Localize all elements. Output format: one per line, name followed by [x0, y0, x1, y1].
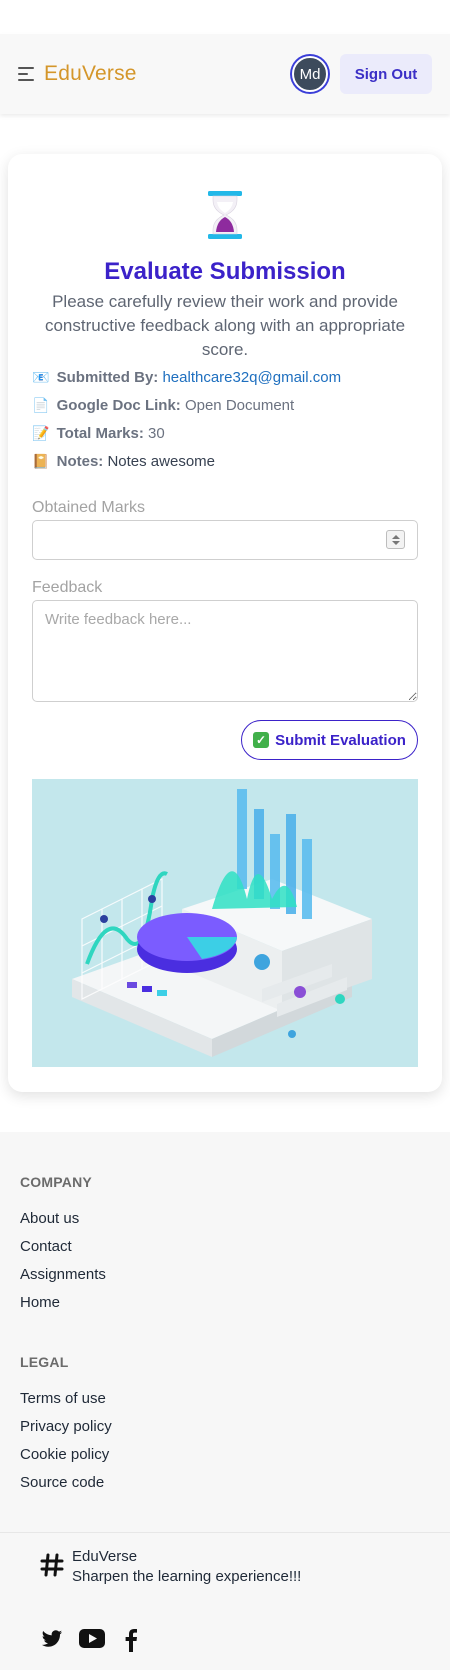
total-marks-label: Total Marks:	[56, 425, 144, 442]
footer-link-source-code[interactable]: Source code	[20, 1474, 104, 1491]
notebook-emoji-icon: 📔	[32, 453, 50, 469]
open-document-link[interactable]: Open Document	[185, 397, 294, 414]
footer-link-about-us[interactable]: About us	[20, 1210, 79, 1227]
doc-link-row: 📄 Google Doc Link: Open Document	[32, 397, 294, 414]
page-title: Evaluate Submission	[104, 258, 346, 285]
page-subtitle: Please carefully review their work and p…	[44, 292, 406, 359]
analytics-illustration	[32, 779, 418, 1067]
navbar: EduVerse Md Sign Out	[0, 34, 450, 114]
nav-right: Md Sign Out	[292, 54, 432, 94]
doc-link-label: Google Doc Link:	[56, 397, 181, 414]
twitter-icon[interactable]	[40, 1628, 64, 1650]
footer-brand-name: EduVerse	[72, 1548, 138, 1565]
check-mark-icon: ✓	[253, 732, 270, 748]
user-avatar[interactable]: Md	[292, 56, 328, 92]
hamburger-menu-icon[interactable]	[18, 67, 36, 81]
submitter-email-link[interactable]: healthcare32q@gmail.com	[162, 369, 341, 386]
submitted-by-row: 📧 Submitted By: healthcare32q@gmail.com	[32, 369, 341, 386]
total-marks-value: 30	[148, 425, 165, 442]
submit-evaluation-label: Submit Evaluation	[275, 731, 406, 749]
footer-link-cookie[interactable]: Cookie policy	[20, 1446, 109, 1463]
youtube-icon[interactable]	[79, 1628, 105, 1650]
brand-name[interactable]: EduVerse	[44, 62, 137, 86]
footer-link-privacy[interactable]: Privacy policy	[20, 1418, 112, 1435]
facebook-icon[interactable]	[124, 1628, 138, 1652]
notes-row: 📔 Notes: Notes awesome	[32, 453, 215, 470]
footer-link-home[interactable]: Home	[20, 1294, 60, 1311]
feedback-textarea[interactable]	[32, 600, 418, 702]
sign-out-button[interactable]: Sign Out	[340, 54, 432, 94]
obtained-marks-label: Obtained Marks	[32, 499, 145, 516]
footer-tagline: Sharpen the learning experience!!!	[72, 1568, 302, 1585]
submit-evaluation-button[interactable]: ✓ Submit Evaluation	[241, 720, 418, 760]
footer-link-contact[interactable]: Contact	[20, 1238, 72, 1255]
document-emoji-icon: 📄	[32, 397, 50, 413]
footer: COMPANY About us Contact Assignments Hom…	[0, 1132, 450, 1670]
memo-emoji-icon: 📝	[32, 425, 50, 441]
footer-link-assignments[interactable]: Assignments	[20, 1266, 106, 1283]
footer-divider	[0, 1532, 450, 1533]
hashtag-logo-icon	[40, 1553, 64, 1577]
email-emoji-icon: 📧	[32, 369, 50, 385]
total-marks-row: 📝 Total Marks: 30	[32, 425, 165, 442]
submitted-by-label: Submitted By:	[56, 369, 159, 386]
obtained-marks-input[interactable]	[32, 520, 418, 560]
hourglass-icon	[208, 191, 242, 239]
legal-heading: LEGAL	[20, 1354, 69, 1370]
notes-value: Notes awesome	[107, 453, 216, 470]
feedback-label: Feedback	[32, 579, 103, 596]
footer-link-terms[interactable]: Terms of use	[20, 1390, 106, 1407]
number-stepper-icon[interactable]	[386, 530, 405, 549]
notes-label: Notes:	[56, 453, 104, 470]
evaluation-card: Evaluate Submission Please carefully rev…	[8, 154, 442, 1092]
company-heading: COMPANY	[20, 1174, 92, 1190]
